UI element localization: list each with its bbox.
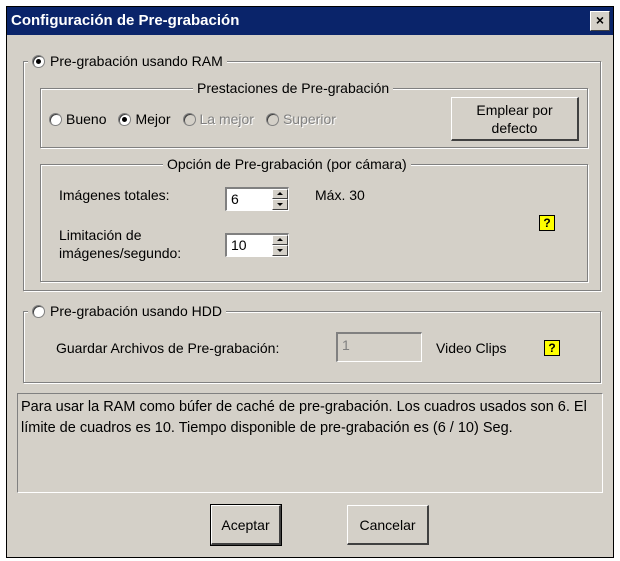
cancel-button[interactable]: Cancelar — [347, 505, 429, 545]
question-mark-icon[interactable]: ? — [539, 215, 555, 231]
total-images-value: 6 — [231, 191, 239, 207]
fps-limit-up-arrow[interactable] — [272, 235, 288, 245]
hdd-radio[interactable]: Pre-grabación usando HDD — [28, 302, 226, 320]
title-bar[interactable]: Configuración de Pre-grabación × — [7, 7, 613, 35]
ram-group: Pre-grabación usando RAM Prestaciones de… — [23, 52, 601, 291]
option-mejor[interactable]: Mejor — [118, 111, 171, 127]
total-images-label: Imágenes totales: — [59, 187, 170, 203]
option-bueno[interactable]: Bueno — [49, 111, 106, 127]
question-mark-icon[interactable]: ? — [544, 340, 560, 356]
hdd-radio-button[interactable] — [32, 304, 45, 318]
radio-mejor[interactable] — [118, 112, 132, 126]
fps-limit-label-line2: imágenes/segundo: — [59, 245, 182, 261]
info-text: Para usar la RAM como búfer de caché de … — [21, 399, 587, 436]
total-images-up-arrow[interactable] — [272, 189, 288, 199]
close-button[interactable]: × — [590, 11, 610, 31]
performance-options: Bueno Mejor La mejor Superior — [49, 111, 336, 127]
fps-limit-label-line1: Limitación de — [59, 227, 142, 243]
ram-radio[interactable]: Pre-grabación usando RAM — [28, 52, 227, 70]
fps-limit-stepper[interactable]: 10 — [225, 233, 289, 257]
pre-recording-dialog: Configuración de Pre-grabación × Pre-gra… — [6, 6, 614, 558]
option-superior: Superior — [265, 111, 336, 127]
ram-radio-label: Pre-grabación usando RAM — [50, 53, 223, 69]
save-files-input: 1 — [336, 332, 422, 362]
radio-superior — [265, 112, 279, 126]
per-camera-option-group: Opción de Pre-grabación (por cámara) Imá… — [40, 155, 588, 282]
video-clips-label: Video Clips — [436, 340, 507, 356]
fps-limit-down-arrow[interactable] — [272, 245, 288, 256]
close-icon: × — [595, 12, 605, 28]
accept-button[interactable]: Aceptar — [210, 504, 282, 546]
performance-legend: Prestaciones de Pre-grabación — [193, 79, 394, 97]
fps-limit-value: 10 — [231, 237, 247, 253]
total-images-down-arrow[interactable] — [272, 199, 288, 210]
max-images-label: Máx. 30 — [315, 187, 365, 203]
hdd-radio-label: Pre-grabación usando HDD — [50, 303, 222, 319]
hdd-group: Pre-grabación usando HDD Guardar Archivo… — [23, 302, 601, 383]
radio-la-mejor — [182, 112, 196, 126]
save-files-label: Guardar Archivos de Pre-grabación: — [56, 340, 280, 356]
ram-radio-button[interactable] — [32, 54, 45, 68]
window-title: Configuración de Pre-grabación — [11, 12, 240, 29]
option-la-mejor: La mejor — [182, 111, 254, 127]
per-camera-option-legend: Opción de Pre-grabación (por cámara) — [163, 155, 411, 173]
default-settings-button[interactable]: Emplear por defecto — [451, 97, 579, 141]
performance-group: Prestaciones de Pre-grabación Bueno Mejo… — [40, 79, 588, 148]
info-text-box: Para usar la RAM como búfer de caché de … — [17, 393, 603, 493]
total-images-stepper[interactable]: 6 — [225, 187, 289, 211]
radio-bueno[interactable] — [49, 112, 62, 126]
